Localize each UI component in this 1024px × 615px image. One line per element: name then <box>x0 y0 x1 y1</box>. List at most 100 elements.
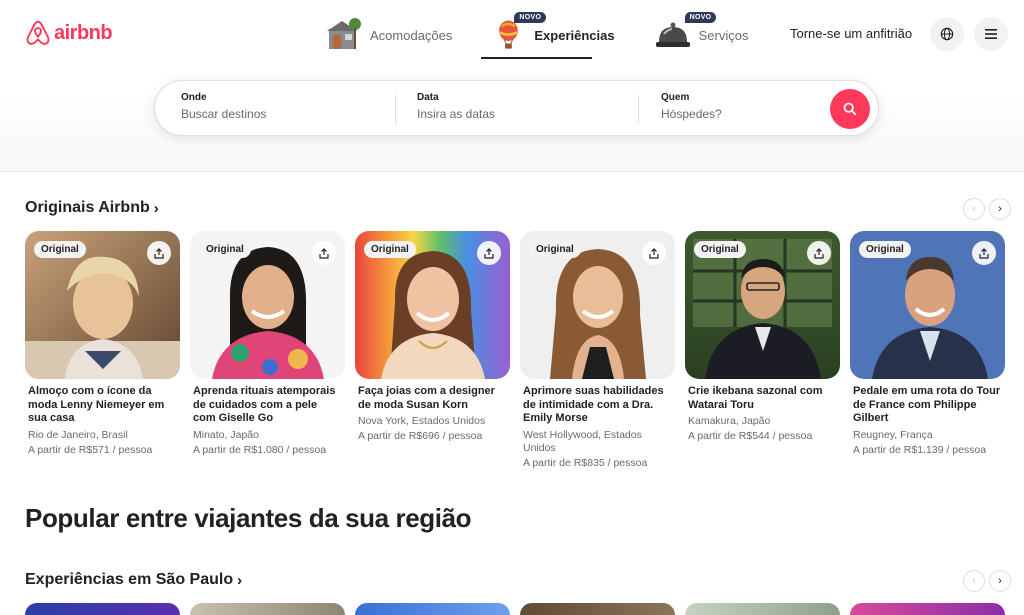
share-icon <box>649 247 659 259</box>
chevron-left-icon: ‹ <box>972 575 976 587</box>
card-location: Kamakura, Japão <box>688 415 771 427</box>
experience-photo: Original <box>685 231 840 379</box>
header: airbnb Acomodações NOVO Experiências NOV… <box>0 0 1024 172</box>
chevron-right-icon: › <box>153 199 159 217</box>
card-location: West Hollywood, Estados Unidos <box>523 428 642 454</box>
original-badge: Original <box>199 241 251 258</box>
where-placeholder: Buscar destinos <box>181 107 267 121</box>
original-badge: Original <box>34 241 86 258</box>
card-location: Nova York, Estados Unidos <box>358 415 486 427</box>
originals-carousel-nav: ‹ › <box>963 198 1011 220</box>
divider <box>638 95 639 123</box>
chevron-right-icon: › <box>998 575 1002 587</box>
sao-paulo-carousel <box>25 603 1005 615</box>
where-field[interactable]: Onde Buscar destinos <box>181 92 391 121</box>
experience-photo[interactable] <box>520 603 675 615</box>
card-price: A partir de R$1.139 / pessoa <box>853 443 987 456</box>
experience-card[interactable]: Original Aprimore suas habilidades de in… <box>520 231 675 469</box>
house-icon <box>327 18 361 49</box>
share-icon <box>154 247 164 259</box>
card-price: A partir de R$544 / pessoa <box>688 430 813 442</box>
originals-section-title[interactable]: Originais Airbnb › <box>25 199 159 217</box>
section-title-text: Experiências em São Paulo <box>25 571 234 588</box>
airbnb-logo[interactable]: airbnb <box>26 20 113 46</box>
tab-services[interactable]: NOVO Serviços <box>643 12 759 58</box>
experience-photo: Original <box>190 231 345 379</box>
language-button[interactable] <box>930 17 964 51</box>
chevron-right-icon: › <box>998 203 1002 215</box>
share-button[interactable] <box>147 241 171 265</box>
experience-photo[interactable] <box>685 603 840 615</box>
experience-photo: Original <box>355 231 510 379</box>
card-price: A partir de R$1.080 / pessoa <box>193 443 327 456</box>
share-button[interactable] <box>312 241 336 265</box>
card-title: Faça joias com a designer de moda Susan … <box>358 385 495 411</box>
tab-label: Experiências <box>534 27 615 43</box>
card-title: Aprenda rituais atemporais de cuidados c… <box>193 385 336 424</box>
experience-card[interactable]: Original Aprenda rituais atemporais de c… <box>190 231 345 469</box>
new-badge: NOVO <box>514 12 547 23</box>
carousel-prev-button[interactable]: ‹ <box>963 198 985 220</box>
new-badge: NOVO <box>684 12 717 23</box>
category-tabs: Acomodações NOVO Experiências NOVO Servi… <box>320 12 758 58</box>
carousel-next-button[interactable]: › <box>989 198 1011 220</box>
search-icon <box>843 102 857 116</box>
share-button[interactable] <box>642 241 666 265</box>
card-location: Minato, Japão <box>193 428 259 441</box>
become-host-link[interactable]: Torne-se um anfitrião <box>790 26 912 41</box>
date-placeholder: Insira as datas <box>417 107 496 121</box>
popular-heading: Popular entre viajantes da sua região <box>25 503 472 533</box>
share-icon <box>814 247 824 259</box>
globe-icon <box>940 27 954 41</box>
experience-card[interactable]: Original Pedale em uma rota do Tour de F… <box>850 231 1005 469</box>
where-label: Onde <box>181 92 207 103</box>
experience-card[interactable]: Original Crie ikebana sazonal com Watara… <box>685 231 840 469</box>
card-title: Crie ikebana sazonal com Watarai Toru <box>688 385 823 411</box>
card-location: Rio de Janeiro, Brasil <box>28 428 128 441</box>
tab-experiences[interactable]: NOVO Experiências <box>484 12 624 58</box>
sao-paulo-section-title[interactable]: Experiências em São Paulo › <box>25 571 242 589</box>
hamburger-menu-icon <box>985 29 997 39</box>
original-badge: Original <box>364 241 416 258</box>
card-title: Pedale em uma rota do Tour de France com… <box>853 385 1001 424</box>
brand-name: airbnb <box>54 21 113 44</box>
share-button[interactable] <box>477 241 501 265</box>
experience-photo: Original <box>520 231 675 379</box>
experience-photo[interactable] <box>25 603 180 615</box>
search-button[interactable] <box>830 89 870 129</box>
share-icon <box>484 247 494 259</box>
search-bar: Onde Buscar destinos Data Insira as data… <box>154 80 879 136</box>
card-price: A partir de R$835 / pessoa <box>523 456 648 469</box>
airbnb-logo-icon <box>26 20 50 45</box>
carousel-next-button[interactable]: › <box>989 570 1011 592</box>
tab-accommodations[interactable]: Acomodações <box>320 12 462 58</box>
tab-label: Acomodações <box>370 27 453 43</box>
date-field[interactable]: Data Insira as datas <box>417 92 627 121</box>
share-icon <box>979 247 989 259</box>
experience-photo: Original <box>25 231 180 379</box>
experience-photo[interactable] <box>190 603 345 615</box>
share-icon <box>319 247 329 259</box>
carousel-prev-button[interactable]: ‹ <box>963 570 985 592</box>
experience-card[interactable]: Original Faça joias com a designer de mo… <box>355 231 510 469</box>
original-badge: Original <box>529 241 581 258</box>
experience-photo[interactable] <box>355 603 510 615</box>
share-button[interactable] <box>972 241 996 265</box>
card-title: Aprimore suas habilidades de intimidade … <box>523 385 664 424</box>
card-location: Reugney, França <box>853 428 933 441</box>
guests-label: Quem <box>661 92 690 103</box>
originals-carousel: Original Almoço com o ícone da moda Lenn… <box>25 231 1024 469</box>
active-tab-indicator <box>481 57 592 59</box>
chevron-left-icon: ‹ <box>972 203 976 215</box>
original-badge: Original <box>694 241 746 258</box>
original-badge: Original <box>859 241 911 258</box>
sao-paulo-carousel-nav: ‹ › <box>963 570 1011 592</box>
share-button[interactable] <box>807 241 831 265</box>
section-title-text: Originais Airbnb <box>25 199 150 216</box>
experience-photo[interactable] <box>850 603 1005 615</box>
experience-card[interactable]: Original Almoço com o ícone da moda Lenn… <box>25 231 180 469</box>
guests-field[interactable]: Quem Hóspedes? <box>661 92 821 121</box>
card-title: Almoço com o ícone da moda Lenny Niemeye… <box>28 385 165 424</box>
experience-photo: Original <box>850 231 1005 379</box>
menu-button[interactable] <box>974 17 1008 51</box>
